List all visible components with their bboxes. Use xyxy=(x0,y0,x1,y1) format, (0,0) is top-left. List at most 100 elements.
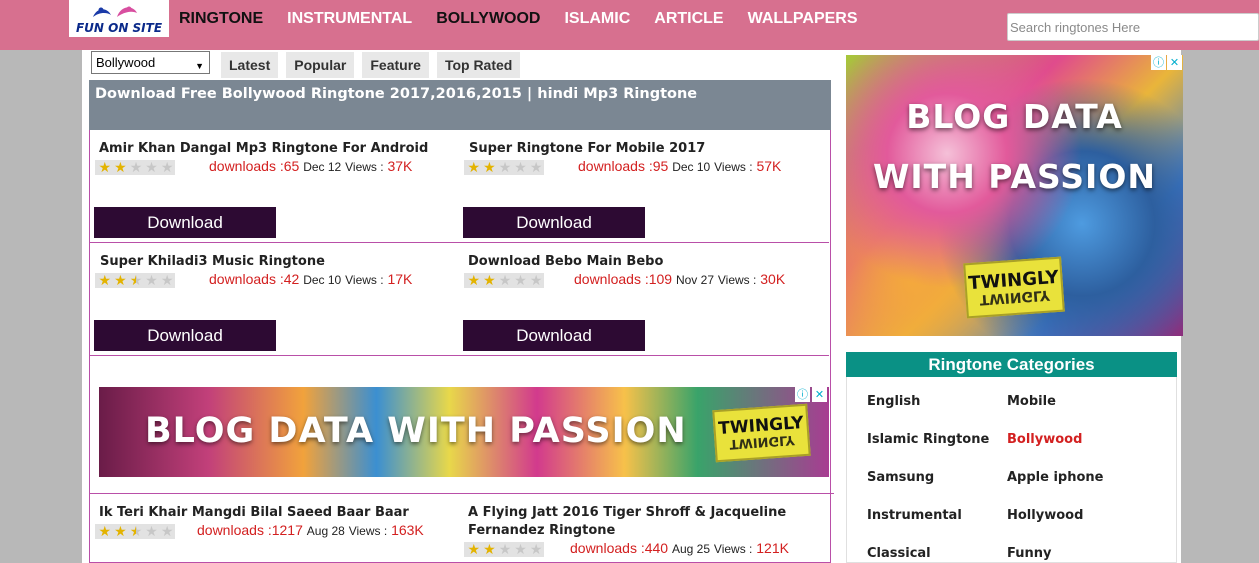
ringtone-stats: downloads :109 Nov 27 Views : 30K xyxy=(574,270,785,289)
downloads-count: downloads :109 xyxy=(574,271,673,287)
tab-feature[interactable]: Feature xyxy=(362,52,429,78)
category-link-instrumental[interactable]: Instrumental xyxy=(867,507,962,525)
ad-info-icon[interactable]: ⓘ xyxy=(1151,55,1166,70)
ringtone-title[interactable]: Amir Khan Dangal Mp3 Ringtone For Androi… xyxy=(99,140,459,158)
site-logo[interactable]: FUN ON SITE xyxy=(69,0,169,37)
upload-date: Dec 10 xyxy=(303,273,342,287)
star-icon[interactable]: ★ xyxy=(128,274,144,288)
ringtone-stats: downloads :1217 Aug 28 Views : 163K xyxy=(197,521,424,540)
category-link-funny[interactable]: Funny xyxy=(1007,545,1051,563)
rating-stars[interactable]: ★ ★ ★ ★ ★ xyxy=(464,160,544,175)
nav-islamic[interactable]: ISLAMIC xyxy=(552,0,642,37)
ringtone-meta: ★ ★ ★ ★ ★ downloads :109 Nov 27 Views : 30K xyxy=(464,270,824,288)
star-icon[interactable]: ★ xyxy=(159,274,175,288)
nav-instrumental[interactable]: INSTRUMENTAL xyxy=(275,0,424,37)
download-button[interactable]: Download xyxy=(94,207,276,238)
download-button[interactable]: Download xyxy=(463,320,645,351)
star-icon[interactable]: ★ xyxy=(513,274,529,288)
star-icon[interactable]: ★ xyxy=(482,543,498,557)
tab-top-rated[interactable]: Top Rated xyxy=(436,52,521,78)
download-button[interactable]: Download xyxy=(463,207,645,238)
tab-popular[interactable]: Popular xyxy=(286,52,355,78)
star-icon[interactable]: ★ xyxy=(113,274,129,288)
category-link-english[interactable]: English xyxy=(867,393,920,411)
star-icon[interactable]: ★ xyxy=(159,161,175,175)
category-select[interactable]: Bollywood ▼ xyxy=(91,51,210,74)
star-icon[interactable]: ★ xyxy=(144,274,160,288)
ringtone-meta: ★ ★ ★ ★ ★ downloads :440 Aug 25 Views : 121K xyxy=(464,539,824,557)
star-icon[interactable]: ★ xyxy=(513,543,529,557)
star-icon[interactable]: ★ xyxy=(513,161,529,175)
star-icon[interactable]: ★ xyxy=(528,543,544,557)
star-icon[interactable]: ★ xyxy=(482,274,498,288)
star-icon[interactable]: ★ xyxy=(497,274,513,288)
dropdown-arrow-icon: ▼ xyxy=(195,61,204,71)
star-icon[interactable]: ★ xyxy=(97,274,113,288)
star-icon[interactable]: ★ xyxy=(144,161,160,175)
views-count: 17K xyxy=(387,271,413,287)
rating-stars[interactable]: ★ ★ ★ ★ ★ xyxy=(464,273,544,288)
category-link-samsung[interactable]: Samsung xyxy=(867,469,934,487)
ad-close-icon[interactable]: ✕ xyxy=(1167,55,1182,70)
ringtone-title[interactable]: Super Ringtone For Mobile 2017 xyxy=(469,140,829,158)
views-label: Views : xyxy=(345,160,384,174)
ad-headline-line1: BLOG DATA xyxy=(906,97,1123,136)
downloads-count: downloads :95 xyxy=(578,158,669,174)
logo-text: FUN ON SITE xyxy=(75,21,163,35)
star-icon[interactable]: ★ xyxy=(466,161,482,175)
nav-wallpapers[interactable]: WALLPAPERS xyxy=(736,0,870,37)
star-icon[interactable]: ★ xyxy=(159,525,175,539)
star-icon[interactable]: ★ xyxy=(144,525,160,539)
rating-stars[interactable]: ★ ★ ★ ★ ★ xyxy=(95,524,175,539)
views-count: 121K xyxy=(756,540,789,556)
tab-latest[interactable]: Latest xyxy=(221,52,279,78)
category-link-mobile[interactable]: Mobile xyxy=(1007,393,1056,411)
rating-stars[interactable]: ★ ★ ★ ★ ★ xyxy=(95,160,175,175)
views-label: Views : xyxy=(345,273,384,287)
ringtone-title[interactable]: Super Khiladi3 Music Ringtone xyxy=(100,253,460,271)
download-button[interactable]: Download xyxy=(94,320,276,351)
views-count: 37K xyxy=(387,158,413,174)
ad-brand-reflection: TWINGLY xyxy=(978,286,1051,307)
category-link-bollywood[interactable]: Bollywood xyxy=(1007,431,1082,449)
ringtone-title[interactable]: A Flying Jatt 2016 Tiger Shroff & Jacque… xyxy=(468,504,798,540)
star-icon[interactable]: ★ xyxy=(97,525,113,539)
star-icon[interactable]: ★ xyxy=(128,161,144,175)
star-icon[interactable]: ★ xyxy=(528,274,544,288)
banner-ad[interactable]: BLOG DATA WITH PASSION TWINGLY TWINGLY ⓘ… xyxy=(99,387,829,477)
nav-ringtone[interactable]: RINGTONE xyxy=(167,0,275,37)
star-icon[interactable]: ★ xyxy=(113,525,129,539)
star-icon[interactable]: ★ xyxy=(497,543,513,557)
twingly-logo: TWINGLY TWINGLY xyxy=(963,256,1065,319)
downloads-count: downloads :440 xyxy=(570,540,669,556)
category-link-apple-iphone[interactable]: Apple iphone xyxy=(1007,469,1104,487)
upload-date: Nov 27 xyxy=(675,273,714,287)
category-link-classical[interactable]: Classical xyxy=(867,545,931,563)
star-icon[interactable]: ★ xyxy=(482,161,498,175)
ad-info-icon[interactable]: ⓘ xyxy=(795,387,810,402)
ringtone-meta: ★ ★ ★ ★ ★ downloads :1217 Aug 28 Views : 163… xyxy=(95,521,455,539)
star-icon[interactable]: ★ xyxy=(466,274,482,288)
nav-bollywood[interactable]: BOLLYWOOD xyxy=(424,0,552,37)
star-icon[interactable]: ★ xyxy=(528,161,544,175)
star-icon[interactable]: ★ xyxy=(466,543,482,557)
star-icon[interactable]: ★ xyxy=(113,161,129,175)
star-icon[interactable]: ★ xyxy=(128,525,144,539)
star-icon[interactable]: ★ xyxy=(497,161,513,175)
rating-stars[interactable]: ★ ★ ★ ★ ★ xyxy=(95,273,175,288)
ad-headline: BLOG DATA WITH PASSION xyxy=(145,411,687,451)
ad-close-icon[interactable]: ✕ xyxy=(812,387,827,402)
category-link-islamic-ringtone[interactable]: Islamic Ringtone xyxy=(867,431,989,449)
categories-box xyxy=(846,352,1177,563)
ringtone-title[interactable]: Download Bebo Main Bebo xyxy=(468,253,828,271)
search-input[interactable] xyxy=(1007,13,1259,41)
twingly-logo: TWINGLY TWINGLY xyxy=(712,403,811,463)
category-select-value: Bollywood xyxy=(96,55,156,70)
category-link-hollywood[interactable]: Hollywood xyxy=(1007,507,1083,525)
rating-stars[interactable]: ★ ★ ★ ★ ★ xyxy=(464,542,544,557)
ringtone-meta: ★ ★ ★ ★ ★ downloads :65 Dec 12 Views : 37K xyxy=(95,157,455,175)
sidebar-ad[interactable]: BLOG DATA WITH PASSION TWINGLY TWINGLY ⓘ… xyxy=(846,55,1183,336)
star-icon[interactable]: ★ xyxy=(97,161,113,175)
nav-article[interactable]: ARTICLE xyxy=(642,0,735,37)
views-label: Views : xyxy=(717,273,757,287)
